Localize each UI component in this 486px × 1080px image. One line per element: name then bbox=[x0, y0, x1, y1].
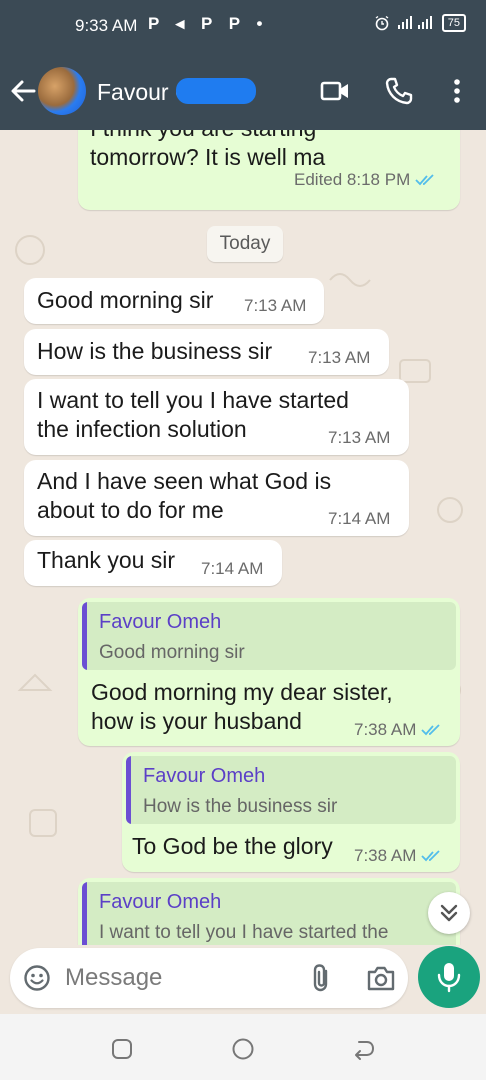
message-time: 7:13 AM bbox=[308, 348, 371, 367]
message-composer bbox=[10, 948, 408, 1008]
message-meta: 7:38 AM bbox=[354, 846, 441, 866]
attach-icon[interactable] bbox=[308, 962, 334, 994]
quote-text: Good morning sir bbox=[99, 642, 245, 663]
quote-accent-bar bbox=[82, 602, 87, 670]
chat-area[interactable]: I think you are starting tomorrow? It is… bbox=[0, 130, 486, 945]
status-time: 9:33 AM bbox=[75, 16, 138, 35]
read-receipt-icon bbox=[421, 850, 441, 862]
quote-accent-bar bbox=[82, 882, 87, 945]
chevron-double-down-icon bbox=[440, 904, 458, 922]
message-bubble-incoming[interactable]: Good morning sir 7:13 AM bbox=[24, 278, 324, 324]
camera-icon[interactable] bbox=[366, 964, 396, 992]
alarm-icon bbox=[375, 15, 389, 31]
message-text: How is the business sir bbox=[37, 338, 273, 364]
message-time: 7:38 AM bbox=[354, 846, 417, 865]
voice-message-button[interactable] bbox=[418, 946, 480, 1008]
status-bar: 9:33 AM P ◂ P P • 75 bbox=[0, 0, 486, 52]
message-bubble-outgoing[interactable]: Favour Omeh How is the business sir To G… bbox=[122, 752, 460, 872]
status-indicators: 75 bbox=[374, 14, 466, 32]
quoted-message[interactable]: Favour Omeh How is the business sir bbox=[126, 756, 456, 824]
message-text: To God be the glory bbox=[132, 833, 333, 859]
message-time: Edited 8:18 PM bbox=[294, 170, 411, 189]
message-bubble-outgoing[interactable]: Favour Omeh Good morning sir Good mornin… bbox=[78, 598, 460, 746]
message-bubble-outgoing[interactable]: I think you are starting tomorrow? It is… bbox=[78, 130, 460, 210]
phone-icon[interactable] bbox=[382, 74, 416, 108]
scroll-to-bottom-button[interactable] bbox=[428, 892, 470, 934]
quote-sender: Favour Omeh bbox=[99, 611, 222, 633]
redaction-mark bbox=[176, 78, 256, 104]
quote-accent-bar bbox=[126, 756, 131, 824]
message-text: Thank you sir bbox=[37, 547, 176, 573]
message-bubble-incoming[interactable]: And I have seen what God is about to do … bbox=[24, 460, 409, 536]
message-bubble-outgoing[interactable]: Favour Omeh I want to tell you I have st… bbox=[78, 878, 460, 945]
message-input[interactable] bbox=[65, 961, 295, 995]
read-receipt-icon bbox=[415, 174, 434, 186]
more-vertical-icon[interactable] bbox=[440, 74, 474, 108]
message-text: Good morning my dear sister, how is your… bbox=[91, 679, 393, 734]
read-receipt-icon bbox=[421, 724, 441, 736]
message-text: I think you are starting tomorrow? It is… bbox=[90, 130, 326, 170]
back-nav-icon[interactable] bbox=[351, 1036, 377, 1062]
battery-indicator: 75 bbox=[441, 14, 466, 32]
chat-header: Favour Omeh bbox=[0, 52, 486, 130]
message-time: 7:14 AM bbox=[328, 509, 391, 528]
message-time: 7:38 AM bbox=[354, 720, 417, 739]
quote-text: How is the business sir bbox=[143, 796, 338, 817]
emoji-icon[interactable] bbox=[23, 964, 51, 992]
message-meta: 7:38 AM bbox=[354, 720, 441, 740]
quote-sender: Favour Omeh bbox=[99, 891, 222, 913]
message-meta: Edited 8:18 PM bbox=[294, 170, 435, 190]
date-divider: Today bbox=[207, 226, 283, 262]
system-nav-bar bbox=[0, 1014, 486, 1080]
recent-apps-icon[interactable] bbox=[109, 1036, 135, 1062]
message-time: 7:14 AM bbox=[201, 559, 264, 578]
quoted-message[interactable]: Favour Omeh Good morning sir bbox=[82, 602, 456, 670]
message-text: I want to tell you I have started the in… bbox=[37, 387, 349, 442]
message-time: 7:13 AM bbox=[244, 296, 307, 315]
message-bubble-incoming[interactable]: I want to tell you I have started the in… bbox=[24, 379, 409, 455]
message-text: Good morning sir bbox=[37, 287, 214, 313]
signal-icon bbox=[397, 16, 432, 29]
mic-icon bbox=[437, 963, 461, 993]
quoted-message[interactable]: Favour Omeh I want to tell you I have st… bbox=[82, 882, 456, 945]
message-time: 7:13 AM bbox=[328, 428, 391, 447]
back-arrow-icon[interactable] bbox=[8, 74, 38, 108]
quote-text: I want to tell you I have started the bbox=[99, 922, 389, 943]
message-text: And I have seen what God is about to do … bbox=[37, 468, 332, 523]
video-call-icon[interactable] bbox=[318, 74, 352, 108]
message-bubble-incoming[interactable]: Thank you sir 7:14 AM bbox=[24, 540, 282, 586]
message-bubble-incoming[interactable]: How is the business sir 7:13 AM bbox=[24, 329, 389, 375]
home-icon[interactable] bbox=[230, 1036, 256, 1062]
quote-sender: Favour Omeh bbox=[143, 765, 266, 787]
avatar[interactable] bbox=[38, 67, 86, 115]
status-app-icons: P ◂ P P • bbox=[148, 14, 269, 33]
